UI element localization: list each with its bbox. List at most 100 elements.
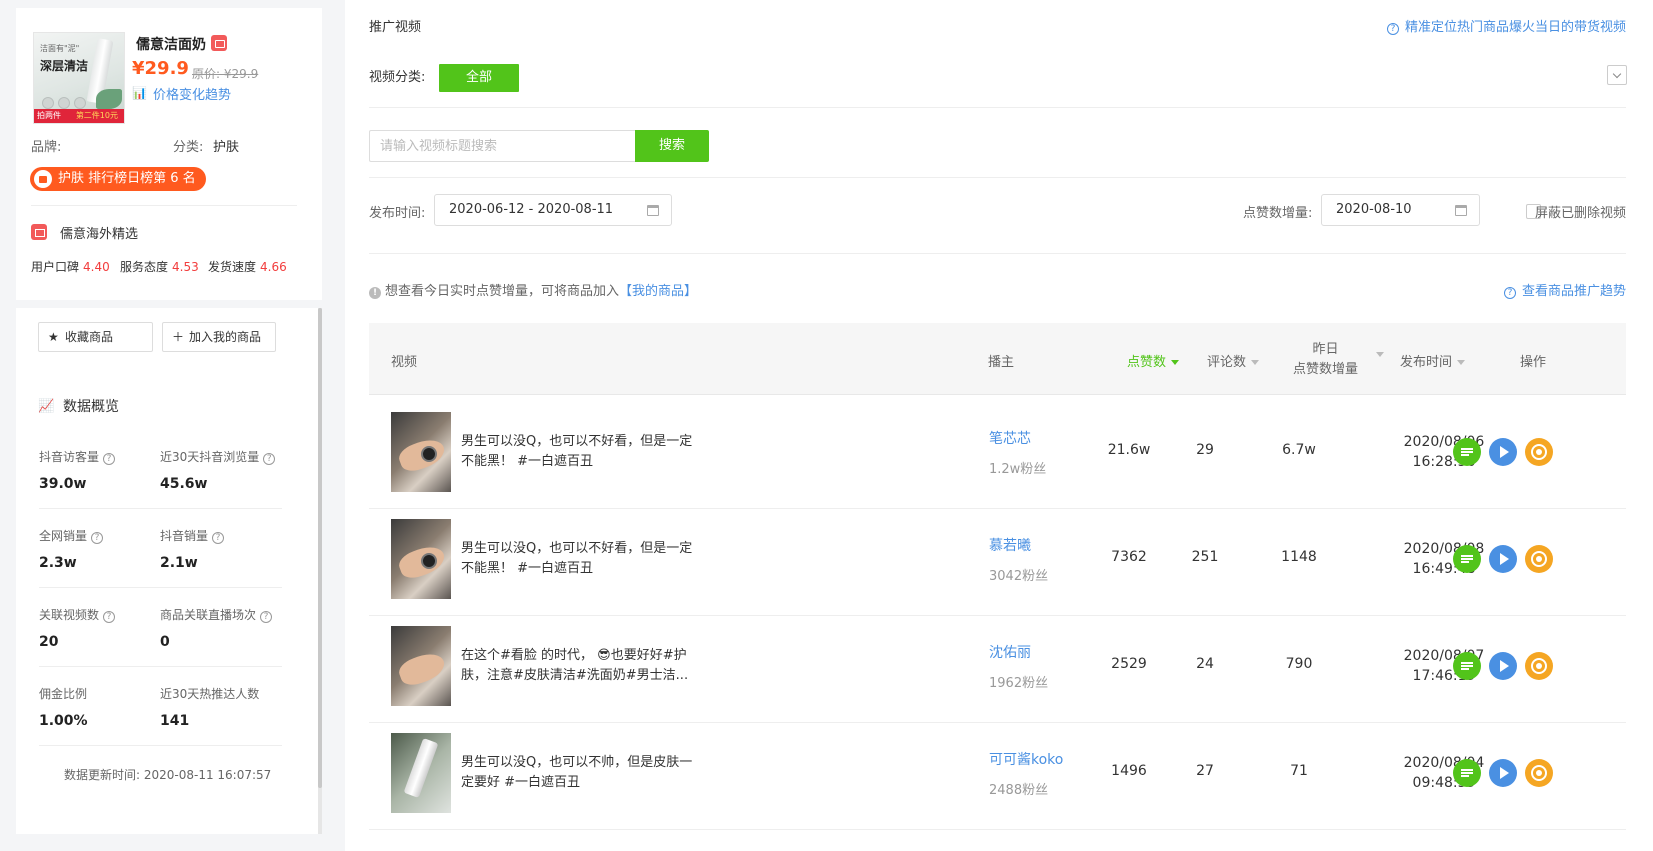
promo-trend-link-text: 查看商品推广趋势: [1521, 284, 1626, 299]
play-icon[interactable]: [1489, 545, 1517, 573]
detail-list-icon[interactable]: [1453, 759, 1481, 787]
likes-increment-label: 点赞数增量:: [1243, 206, 1313, 221]
video-title[interactable]: 男生可以没Q，也可以不好看，但是一定不能黑！ #一白遮百丑: [461, 432, 701, 472]
image-caption-main: 深层清洁: [40, 59, 89, 73]
video-title[interactable]: 男生可以没Q，也可以不帅，但是皮肤一定要好 #一白遮百丑: [461, 753, 701, 793]
detail-list-icon[interactable]: [1453, 652, 1481, 680]
likes-increment-date-picker[interactable]: 2020-08-10: [1321, 194, 1480, 226]
image-promo-band: 拍两件 第二件10元: [34, 109, 124, 123]
sort-down-icon[interactable]: [1376, 352, 1384, 357]
play-icon[interactable]: [1489, 759, 1517, 787]
store-name[interactable]: 儒意海外精选: [60, 223, 138, 242]
col-anchor: 播主: [988, 355, 1015, 370]
product-image[interactable]: 洁面有"泥" 深层清洁 拍两件 第二件10元: [33, 32, 125, 124]
table-row[interactable]: 男生可以没Q，也可以不好看，但是一定不能黑！ #一白遮百丑 慕若曦 3042粉丝…: [369, 503, 1626, 616]
table-row[interactable]: 男生可以没Q，也可以不帅，但是皮肤一定要好 #一白遮百丑 可可酱koko 248…: [369, 717, 1626, 830]
stat-value: 39.0w: [39, 476, 87, 492]
col-likes-sort[interactable]: 点赞数: [1127, 351, 1180, 370]
anchor-name[interactable]: 沈佑丽: [989, 642, 1031, 662]
hot-video-tip[interactable]: ? 精准定位热门商品爆火当日的带货视频: [1386, 16, 1626, 35]
store-score-label: 用户口碑: [31, 260, 80, 274]
anchor-name[interactable]: 可可酱koko: [989, 749, 1063, 769]
col-ops: 操作: [1520, 355, 1547, 370]
rank-badge[interactable]: 护肤 排行榜日榜第 6 名: [30, 167, 206, 191]
help-icon[interactable]: ?: [103, 453, 116, 465]
video-title[interactable]: 男生可以没Q，也可以不好看，但是一定不能黑！ #一白遮百丑: [461, 539, 701, 579]
play-icon[interactable]: [1489, 438, 1517, 466]
help-icon[interactable]: ?: [263, 453, 276, 465]
store-score-value: 4.53: [172, 260, 199, 274]
target-icon[interactable]: [1525, 438, 1553, 466]
stat-value: 45.6w: [160, 476, 208, 492]
table-row[interactable]: 男生可以没Q，也可以不好看，但是一定不能黑！ #一白遮百丑 笔芯芯 1.2w粉丝…: [369, 396, 1626, 509]
col-publish-sort[interactable]: 发布时间: [1400, 351, 1466, 370]
realtime-info-text: 想查看今日实时点赞增量，可将商品加入: [385, 284, 620, 299]
store-score-label: 服务态度: [120, 260, 169, 274]
detail-list-icon[interactable]: [1453, 545, 1481, 573]
promo-videos-panel: 推广视频 ? 精准定位热门商品爆火当日的带货视频 视频分类: 全部 搜索 发布时间…: [345, 0, 1653, 851]
anchor-name[interactable]: 慕若曦: [989, 535, 1031, 555]
image-caption-top: 洁面有"泥": [40, 44, 80, 53]
stat-value: 141: [160, 713, 190, 729]
product-tube-graphic: [403, 738, 439, 798]
video-title[interactable]: 在这个#看脸 的时代， 😎也要好好#护肤，注意#皮肤清洁#洗面奶#男士洁...: [461, 646, 701, 686]
stat-label-text: 全网销量: [39, 529, 88, 543]
col-comments-sort[interactable]: 评论数: [1207, 351, 1260, 370]
stat-value: 2.1w: [160, 555, 198, 571]
play-icon[interactable]: [1489, 652, 1517, 680]
hide-deleted-label[interactable]: 屏蔽已删除视频: [1535, 202, 1626, 221]
col-yesterday-label-1: 昨日: [1312, 342, 1339, 357]
help-icon[interactable]: ?: [212, 532, 225, 544]
publish-date-range-picker[interactable]: 2020-06-12 - 2020-08-11: [434, 194, 672, 226]
help-icon[interactable]: ?: [103, 611, 116, 623]
favorite-button[interactable]: ★ 收藏商品: [38, 322, 153, 352]
col-publish-label: 发布时间: [1400, 355, 1453, 370]
help-icon[interactable]: ?: [91, 532, 104, 544]
publish-date-range-value: 2020-06-12 - 2020-08-11: [449, 202, 614, 217]
favorite-label: 收藏商品: [65, 330, 114, 344]
anchor-fans: 1962粉丝: [989, 676, 1049, 691]
video-search-input[interactable]: [369, 130, 635, 162]
target-icon[interactable]: [1525, 652, 1553, 680]
price-trend-link[interactable]: 价格变化趋势: [153, 84, 231, 103]
image-band-right: 第二件10元: [75, 111, 118, 120]
my-products-link[interactable]: 【我的商品】: [619, 284, 697, 299]
scrollbar-thumb[interactable]: [318, 308, 322, 788]
section-gap: [16, 300, 322, 308]
add-my-product-button[interactable]: ＋ 加入我的商品: [162, 322, 276, 352]
table-header: 视频 播主 点赞数 评论数 昨日 点赞数增量 发布时间 操作: [369, 323, 1626, 395]
likes-increment-date-value: 2020-08-10: [1336, 202, 1412, 217]
col-yesterday-label-2: 点赞数增量: [1293, 362, 1359, 377]
chevron-down-icon[interactable]: [1607, 65, 1627, 85]
likes-count: 21.6w: [1107, 442, 1151, 458]
divider: [369, 253, 1626, 254]
stat-label-text: 近30天抖音浏览量: [160, 450, 260, 464]
divider: [39, 587, 282, 588]
search-button[interactable]: 搜索: [635, 130, 709, 162]
rank-badge-text: 护肤 排行榜日榜第 6 名: [58, 171, 196, 186]
comments-count: 29: [1196, 442, 1214, 458]
table-row[interactable]: 在这个#看脸 的时代， 😎也要好好#护肤，注意#皮肤清洁#洗面奶#男士洁... …: [369, 610, 1626, 723]
help-icon[interactable]: ?: [260, 611, 273, 623]
col-yesterday-likes-sort[interactable]: 昨日 点赞数增量: [1293, 340, 1358, 380]
product-sidebar: 洁面有"泥" 深层清洁 拍两件 第二件10元 儒意洁面奶 ¥29.9 原价: ¥…: [16, 8, 322, 834]
video-thumbnail[interactable]: [391, 626, 451, 706]
anchor-name[interactable]: 笔芯芯: [989, 428, 1031, 448]
yesterday-likes-inc: 71: [1290, 763, 1308, 779]
video-thumbnail[interactable]: [391, 519, 451, 599]
badge-circle-graphic: [74, 97, 86, 109]
calendar-icon: [1455, 205, 1467, 216]
plus-icon: ＋: [172, 330, 185, 344]
video-thumbnail[interactable]: [391, 412, 451, 492]
divider: [39, 666, 282, 667]
detail-list-icon[interactable]: [1453, 438, 1481, 466]
category-chip-all[interactable]: 全部: [439, 64, 519, 92]
target-icon[interactable]: [1525, 545, 1553, 573]
target-icon[interactable]: [1525, 759, 1553, 787]
stat-label: 抖音访客量?: [39, 448, 116, 465]
realtime-info: ! 想查看今日实时点赞增量，可将商品加入【我的商品】: [369, 280, 697, 299]
stat-label: 佣金比例: [39, 687, 88, 701]
col-likes-label: 点赞数: [1127, 355, 1167, 370]
promo-trend-link[interactable]: ? 查看商品推广趋势: [1503, 280, 1626, 299]
video-thumbnail[interactable]: [391, 733, 451, 813]
